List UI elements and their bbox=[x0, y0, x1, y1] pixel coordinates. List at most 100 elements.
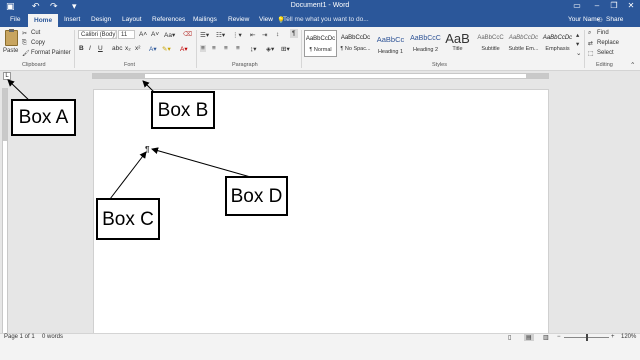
shrink-font-icon[interactable]: A˅ bbox=[151, 31, 159, 38]
paste-icon[interactable] bbox=[5, 29, 18, 46]
page-count[interactable]: Page 1 of 1 bbox=[4, 334, 35, 340]
tab-insert[interactable]: Insert bbox=[64, 16, 80, 23]
superscript-icon[interactable]: x² bbox=[135, 45, 140, 52]
horizontal-ruler[interactable] bbox=[92, 73, 549, 79]
tab-mailings[interactable]: Mailings bbox=[193, 16, 217, 23]
cut-button[interactable]: Cut bbox=[31, 30, 40, 36]
tab-home[interactable]: Home bbox=[28, 14, 59, 27]
divider bbox=[584, 30, 585, 68]
styles-scroll-up-icon[interactable]: ▴ bbox=[576, 31, 579, 39]
paste-button[interactable]: Paste bbox=[3, 48, 18, 54]
sort-icon[interactable]: ↕ bbox=[276, 31, 279, 38]
line-spacing-icon[interactable]: ↨▾ bbox=[250, 45, 257, 53]
cut-icon[interactable]: ✂ bbox=[22, 30, 27, 37]
replace-button[interactable]: Replace bbox=[597, 40, 619, 46]
strikethrough-icon[interactable]: abc bbox=[112, 45, 122, 52]
style-emphasis[interactable]: AaBbCcDc Emphasis bbox=[541, 30, 574, 57]
annotation-box-d: Box D bbox=[225, 176, 288, 216]
web-layout-icon[interactable]: ▥ bbox=[543, 334, 549, 341]
ruler-top-margin bbox=[3, 89, 7, 141]
tab-layout[interactable]: Layout bbox=[122, 16, 142, 23]
vertical-scrollbar[interactable] bbox=[631, 82, 639, 333]
annotation-box-b: Box B bbox=[151, 91, 215, 129]
find-button[interactable]: Find bbox=[597, 30, 609, 36]
tab-selector-icon[interactable]: L bbox=[3, 72, 11, 80]
styles-more-icon[interactable]: ⌄ bbox=[576, 49, 581, 57]
find-icon[interactable]: ⌕ bbox=[588, 30, 591, 37]
justify-icon[interactable]: ≡ bbox=[236, 45, 240, 52]
select-icon[interactable]: ⬚ bbox=[588, 50, 594, 57]
ribbon-display-icon[interactable]: ▭ bbox=[570, 1, 584, 10]
subscript-icon[interactable]: x₂ bbox=[125, 45, 131, 52]
print-layout-icon[interactable]: ▤ bbox=[524, 334, 534, 341]
style-heading-1[interactable]: AaBbCc Heading 1 bbox=[374, 30, 407, 57]
title-bar: ▣ ↶ ↷ ▾ Document1 - Word ▭ – ❐ ✕ bbox=[0, 0, 640, 14]
style-no-spacing[interactable]: AaBbCcDc ¶ No Spac... bbox=[339, 30, 372, 57]
tab-file[interactable]: File bbox=[10, 16, 20, 23]
minimize-icon[interactable]: – bbox=[590, 1, 604, 10]
tell-me-input[interactable]: Tell me what you want to do... bbox=[283, 16, 369, 23]
style-name: Heading 2 bbox=[412, 47, 439, 53]
tab-references[interactable]: References bbox=[152, 16, 185, 23]
align-center-icon[interactable]: ≡ bbox=[212, 45, 216, 52]
italic-icon[interactable]: I bbox=[89, 45, 91, 52]
style-sample: AaB bbox=[445, 31, 470, 46]
shading-icon[interactable]: ◈▾ bbox=[266, 45, 274, 53]
show-formatting-icon[interactable]: ¶ bbox=[290, 29, 298, 38]
vertical-ruler[interactable] bbox=[2, 88, 8, 334]
read-mode-icon[interactable]: ▯ bbox=[508, 334, 511, 341]
grow-font-icon[interactable]: A˄ bbox=[139, 31, 147, 38]
multilevel-list-icon[interactable]: ⋮▾ bbox=[232, 31, 242, 39]
zoom-out-icon[interactable]: − bbox=[557, 334, 561, 340]
clear-formatting-icon[interactable]: ⌫ bbox=[183, 30, 192, 38]
change-case-icon[interactable]: Aa▾ bbox=[164, 31, 175, 39]
style-subtle-emphasis[interactable]: AaBbCcDc Subtle Em... bbox=[507, 30, 540, 57]
format-painter-icon[interactable]: 🖌 bbox=[22, 50, 30, 57]
paragraph-group-label: Paragraph bbox=[232, 62, 258, 68]
style-name: Emphasis bbox=[545, 46, 570, 52]
style-name: ¶ Normal bbox=[309, 47, 332, 53]
style-title[interactable]: AaB Title bbox=[441, 30, 474, 57]
highlight-icon[interactable]: ✎▾ bbox=[162, 45, 171, 53]
user-name[interactable]: Your Name bbox=[568, 16, 600, 23]
replace-icon[interactable]: ⇄ bbox=[588, 40, 593, 47]
tab-design[interactable]: Design bbox=[91, 16, 111, 23]
styles-scroll-down-icon[interactable]: ▾ bbox=[576, 40, 579, 48]
bullets-icon[interactable]: ☰▾ bbox=[200, 31, 209, 39]
zoom-level[interactable]: 120% bbox=[621, 334, 636, 340]
share-button[interactable]: Share bbox=[606, 16, 623, 23]
close-icon[interactable]: ✕ bbox=[624, 1, 638, 10]
word-count[interactable]: 0 words bbox=[42, 334, 63, 340]
decrease-indent-icon[interactable]: ⇤ bbox=[250, 31, 255, 39]
style-sample: AaBbCcDc bbox=[305, 36, 336, 42]
collapse-ribbon-icon[interactable]: ⌃ bbox=[630, 61, 635, 69]
zoom-slider-thumb[interactable] bbox=[586, 334, 588, 341]
copy-icon[interactable]: ⎘ bbox=[22, 40, 27, 47]
restore-icon[interactable]: ❐ bbox=[607, 1, 621, 10]
divider bbox=[301, 30, 302, 68]
align-right-icon[interactable]: ≡ bbox=[224, 45, 228, 52]
format-painter-button[interactable]: Format Painter bbox=[31, 50, 71, 56]
zoom-in-icon[interactable]: + bbox=[611, 334, 615, 340]
numbering-icon[interactable]: ☷▾ bbox=[216, 31, 225, 39]
style-subtitle[interactable]: AaBbCcC Subtitle bbox=[474, 30, 507, 57]
text-effects-icon[interactable]: A▾ bbox=[149, 45, 157, 53]
borders-icon[interactable]: ⊞▾ bbox=[281, 45, 290, 53]
tab-review[interactable]: Review bbox=[228, 16, 249, 23]
divider bbox=[74, 30, 75, 68]
style-heading-2[interactable]: AaBbCcC Heading 2 bbox=[409, 30, 442, 57]
font-color-icon[interactable]: A▾ bbox=[180, 45, 188, 53]
font-size-select[interactable]: 11 bbox=[118, 30, 135, 39]
tab-view[interactable]: View bbox=[259, 16, 273, 23]
increase-indent-icon[interactable]: ⇥ bbox=[262, 31, 267, 39]
bold-icon[interactable]: B bbox=[79, 45, 84, 52]
align-left-icon[interactable]: ≡ bbox=[200, 45, 206, 52]
underline-icon[interactable]: U bbox=[98, 45, 103, 52]
window-title: Document1 - Word bbox=[290, 2, 350, 9]
styles-group-label: Styles bbox=[432, 62, 447, 68]
divider bbox=[196, 30, 197, 68]
font-family-select[interactable]: Calibri (Body) bbox=[78, 30, 117, 39]
copy-button[interactable]: Copy bbox=[31, 40, 45, 46]
select-button[interactable]: Select bbox=[597, 50, 614, 56]
style-normal[interactable]: AaBbCcDc ¶ Normal bbox=[304, 30, 337, 57]
